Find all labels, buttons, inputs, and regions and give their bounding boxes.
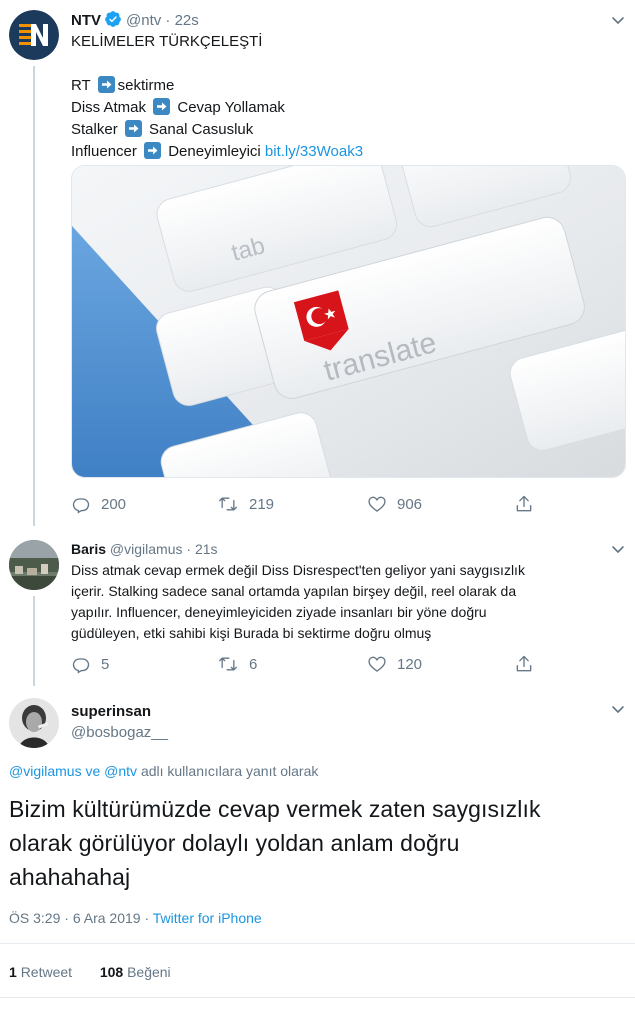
reply-icon — [72, 498, 90, 514]
retweet-count: 6 — [249, 655, 258, 673]
author-handle[interactable]: @vigilamus — [110, 541, 183, 557]
right-arrow-icon — [124, 120, 142, 137]
text-line: Influencer Deneyimleyici bit.ly/33Woak3 — [71, 142, 364, 160]
retweet-stat[interactable]: 1 Retweet — [9, 964, 72, 980]
chevron-down-icon[interactable] — [610, 541, 626, 557]
text-line: yapılır. Influencer, deneyimleyiciden zi… — [71, 604, 487, 620]
right-arrow-icon — [144, 142, 162, 159]
reply-button[interactable]: 200 — [71, 494, 126, 514]
replying-to: @vigilamus ve @ntv adlı kullanıcılara ya… — [9, 763, 318, 779]
author-handle[interactable]: @ntv — [126, 12, 161, 29]
retweet-count: 219 — [249, 495, 275, 513]
thread-line — [33, 596, 35, 686]
share-icon — [516, 655, 532, 672]
dot-separator: · — [144, 910, 150, 926]
reply-count: 200 — [101, 495, 127, 513]
like-count: 120 — [397, 655, 423, 673]
author-name[interactable]: Baris — [71, 541, 106, 557]
reply-context-text: adlı kullanıcılara yanıt olarak — [140, 763, 319, 779]
share-button[interactable] — [514, 654, 534, 674]
heart-icon — [368, 496, 386, 512]
divider — [0, 997, 635, 998]
retweet-icon — [219, 497, 237, 511]
text-line: Bizim kültürümüzde cevap vermek zaten sa… — [9, 796, 541, 822]
retweet-button[interactable]: 6 — [217, 654, 257, 674]
tweet-date[interactable]: 6 Ara 2019 — [73, 910, 141, 926]
chevron-down-icon[interactable] — [610, 701, 626, 717]
tweet-body: KELİMELER TÜRKÇELEŞTİ RT sektirme Diss A… — [71, 31, 611, 163]
tweet-body: Diss atmak cevap ermek değil Diss Disres… — [71, 560, 611, 644]
reply-mention-and[interactable]: ve — [85, 763, 100, 779]
author-handle[interactable]: @bosbogaz__ — [71, 723, 168, 743]
superinsan-avatar[interactable] — [9, 698, 59, 748]
retweet-icon — [219, 657, 237, 671]
tweet-time[interactable]: 22s — [175, 12, 199, 29]
tweet-meta: ÖS 3:29 · 6 Ara 2019 · Twitter for iPhon… — [9, 910, 262, 926]
like-count: 906 — [397, 495, 423, 513]
tweet-baris: Baris @vigilamus · 21s Diss atmak cevap … — [0, 530, 635, 690]
tweet-body: Bizim kültürümüzde cevap vermek zaten sa… — [9, 792, 624, 894]
author-name[interactable]: superinsan — [71, 702, 168, 722]
author-name[interactable]: NTV — [71, 12, 101, 29]
ntv-avatar[interactable] — [9, 10, 59, 60]
text-line: RT sektirme — [71, 76, 175, 94]
reply-count: 5 — [101, 655, 110, 673]
retweet-button[interactable]: 219 — [217, 494, 274, 514]
text-line: Diss atmak cevap ermek değil Diss Disres… — [71, 562, 525, 578]
like-button[interactable]: 120 — [367, 654, 422, 674]
tweet-link[interactable]: bit.ly/33Woak3 — [265, 143, 363, 160]
like-stat[interactable]: 108 Beğeni — [100, 964, 171, 980]
baris-avatar[interactable] — [9, 540, 59, 590]
tweet-photo[interactable]: tab translate — [71, 165, 626, 478]
reply-mention-user2[interactable]: @ntv — [104, 763, 137, 779]
tweet-header: superinsan @bosbogaz__ — [71, 702, 168, 743]
text-line: içerir. Stalking sadece sanal ortamda ya… — [71, 583, 517, 599]
tweet-title: KELİMELER TÜRKÇELEŞTİ — [71, 33, 263, 50]
text-line: Diss Atmak Cevap Yollamak — [71, 98, 285, 116]
reply-icon — [72, 658, 90, 674]
thread-line — [33, 66, 35, 526]
tweet-stats: 1 Retweet 108 Beğeni — [9, 964, 171, 980]
tweet-header: Baris @vigilamus · 21s — [71, 539, 218, 559]
text-line: olarak görülüyor dolaylı yoldan anlam do… — [9, 830, 460, 856]
tweet-source[interactable]: Twitter for iPhone — [153, 910, 262, 926]
like-button[interactable]: 906 — [367, 494, 422, 514]
divider — [0, 943, 635, 944]
tweet-time[interactable]: ÖS 3:29 — [9, 910, 60, 926]
text-line: ahahahahaj — [9, 864, 131, 890]
tweet-time[interactable]: 21s — [195, 541, 218, 557]
heart-icon — [368, 656, 386, 672]
share-button[interactable] — [514, 494, 534, 514]
right-arrow-icon — [153, 98, 171, 115]
right-arrow-icon — [97, 76, 115, 93]
reply-button[interactable]: 5 — [71, 654, 109, 674]
tweet-ntv: NTV @ntv · 22s KELİMELER TÜRKÇELEŞTİ RT s… — [0, 0, 635, 530]
dot-separator: · — [64, 910, 69, 926]
reply-mention-user1[interactable]: @vigilamus — [9, 763, 82, 779]
tweet-superinsan: superinsan @bosbogaz__ @vigilamus ve @nt… — [0, 690, 635, 1009]
chevron-down-icon[interactable] — [610, 12, 626, 28]
text-line: Stalker Sanal Casusluk — [71, 120, 254, 138]
share-icon — [516, 495, 532, 512]
text-line: güdüleyen, etki sahibi kişi Burada bi se… — [71, 625, 432, 641]
